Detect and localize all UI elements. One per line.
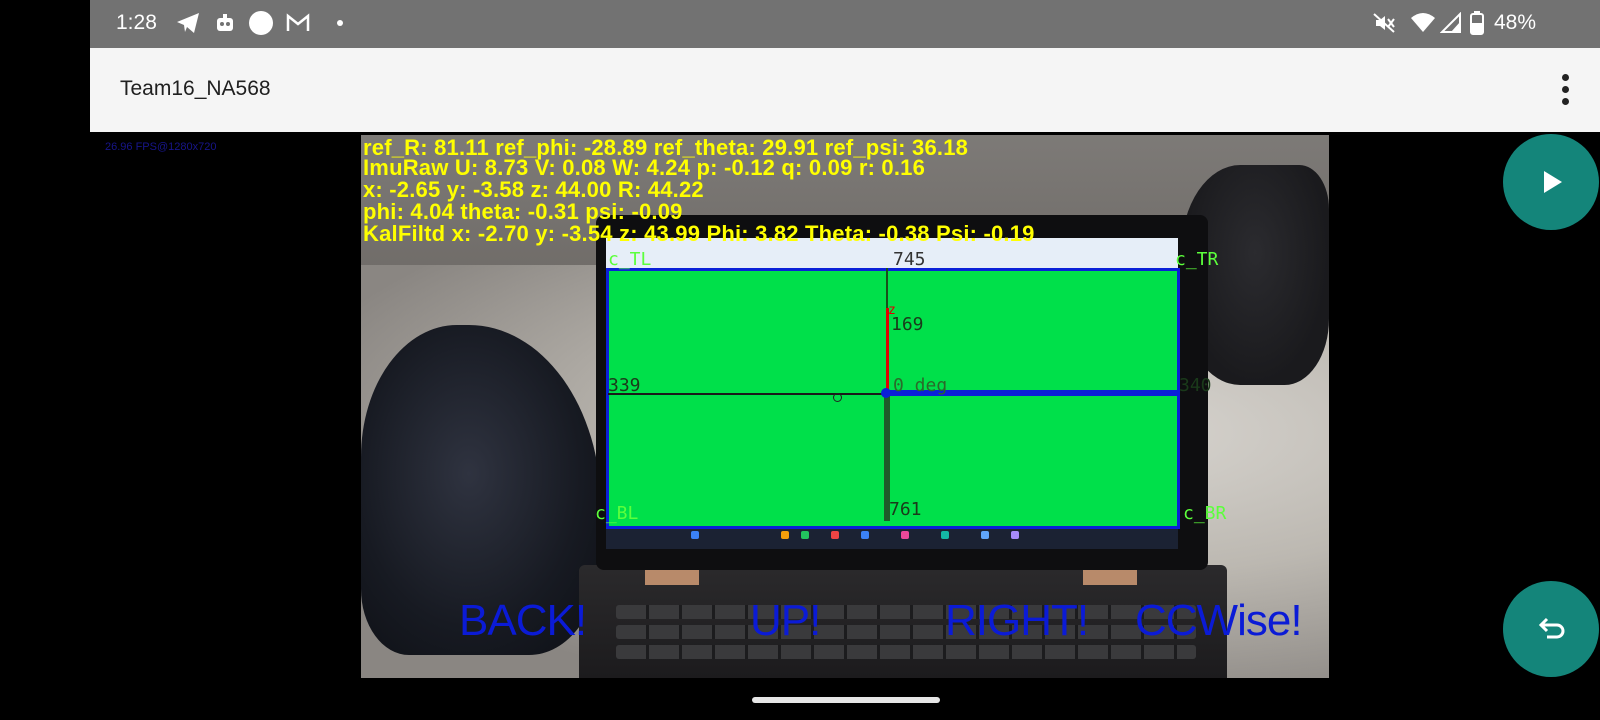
command-up: UP! [750, 596, 821, 645]
angle-readout: 0 deg [893, 375, 948, 396]
corner-label-tl: c_TL [608, 249, 652, 270]
return-button[interactable] [1503, 581, 1599, 677]
dot-icon [335, 10, 345, 36]
circle-icon [248, 10, 274, 36]
hud-kalman-line: KalFiltd x: -2.70 y: -3.54 z: 43.99 Phi:… [363, 221, 1035, 246]
hud-position-line: x: -2.65 y: -3.58 z: 44.00 R: 44.22 [363, 177, 704, 202]
taskbar-icon [981, 531, 989, 539]
command-rotate: CCWise! [1135, 596, 1303, 645]
gesture-nav-bar[interactable] [752, 697, 940, 703]
camera-view: c_TL c_TR c_BL c_BR 745 761 339 340 z 16… [361, 135, 1329, 678]
taskbar-icon [691, 531, 699, 539]
play-icon [1544, 171, 1562, 193]
z-axis-line [886, 308, 889, 393]
taskbar-icon [831, 531, 839, 539]
key-row [616, 645, 1196, 659]
taskbar-icon [801, 531, 809, 539]
command-back: BACK! [459, 596, 587, 645]
taskbar-icon [901, 531, 909, 539]
left-marker [833, 393, 842, 402]
clock: 1:28 [116, 11, 157, 34]
android-robot-icon [214, 10, 236, 36]
taskbar-icon [781, 531, 789, 539]
play-button[interactable] [1503, 134, 1599, 230]
taskbar-icon [861, 531, 869, 539]
battery-percent: 48% [1494, 11, 1537, 34]
taskbar-icon [1011, 531, 1019, 539]
app-title: Team16_NA568 [120, 77, 271, 100]
taskbar-icon [941, 531, 949, 539]
status-bar: 1:28 48% [90, 0, 1600, 48]
key-row [616, 625, 1196, 639]
command-right: RIGHT! [945, 596, 1089, 645]
wifi-icon [1410, 10, 1436, 36]
gmail-icon [286, 10, 310, 36]
z-value: 169 [891, 314, 924, 335]
corner-label-tr: c_TR [1175, 249, 1219, 270]
center-marker [881, 388, 891, 398]
corner-label-bl: c_BL [595, 503, 639, 524]
mute-icon [1372, 10, 1396, 36]
key-row [616, 605, 1196, 619]
signal-icon [1440, 10, 1462, 36]
bottom-edge-value: 761 [889, 499, 922, 520]
more-options-icon[interactable] [1562, 74, 1570, 108]
hud-imu-line: ImuRaw U: 8.73 V: 0.08 W: 4.24 p: -0.12 … [363, 155, 926, 180]
corner-label-br: c_BR [1183, 503, 1227, 524]
telegram-icon [176, 10, 200, 36]
app-bar: Team16_NA568 [90, 48, 1600, 132]
battery-icon [1470, 10, 1484, 36]
right-edge-value: 340 [1179, 375, 1212, 396]
return-icon [1538, 617, 1565, 639]
left-edge-value: 339 [608, 375, 641, 396]
fps-readout: 26.96 FPS@1280x720 [105, 141, 217, 153]
hud-attitude-line: phi: 4.04 theta: -0.31 psi: -0.09 [363, 199, 683, 224]
horizontal-axis-line [608, 393, 888, 395]
top-edge-value: 745 [893, 249, 926, 270]
